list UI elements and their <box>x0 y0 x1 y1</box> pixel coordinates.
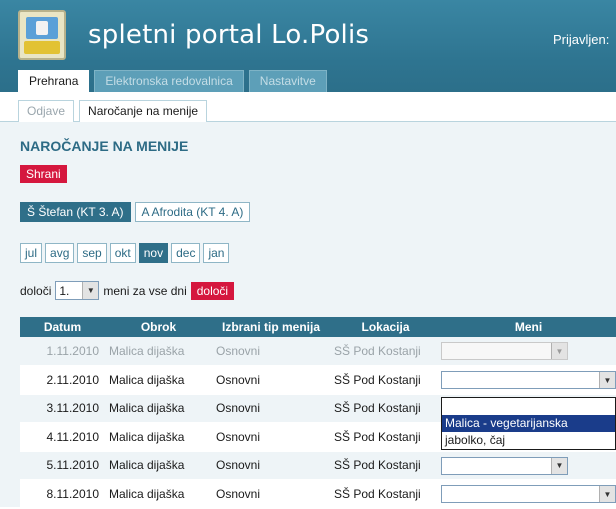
cell-type: Osnovni <box>212 479 330 509</box>
chevron-down-icon: ▼ <box>551 457 567 474</box>
menu-select[interactable]: ▼ <box>441 371 616 389</box>
cell-location: SŠ Pod Kostanji <box>330 451 441 480</box>
cell-meal: Malica dijaška <box>105 337 212 366</box>
bulk-prefix-label: določi <box>20 283 52 298</box>
page-title: NAROČANJE NA MENIJE <box>20 138 189 154</box>
cell-meal: Malica dijaška <box>105 422 212 452</box>
bulk-suffix-label: meni za vse dni <box>103 283 187 298</box>
cell-type: Osnovni <box>212 451 330 480</box>
tab-prehrana[interactable]: Prehrana <box>18 70 90 92</box>
table-header-row: Datum Obrok Izbrani tip menija Lokacija … <box>20 317 616 337</box>
dropdown-option-vegetarian[interactable]: Malica - vegetarijanska <box>442 415 615 432</box>
student-afrodita[interactable]: A Afrodita (KT 4. A) <box>134 202 251 222</box>
chevron-down-icon: ▼ <box>551 343 567 359</box>
lopolis-logo <box>18 10 66 60</box>
month-selector: jul avg sep okt nov dec jan <box>20 243 230 263</box>
cell-menu: ▼ <box>441 337 616 366</box>
table-row: 5.11.2010 Malica dijaška Osnovni SŠ Pod … <box>20 451 616 480</box>
app-header: spletni portal Lo.Polis Prijavljen: Preh… <box>0 0 616 92</box>
cell-type: Osnovni <box>212 394 330 423</box>
student-selector: Š Štefan (KT 3. A) A Afrodita (KT 4. A) <box>20 202 251 222</box>
cell-location: SŠ Pod Kostanji <box>330 479 441 509</box>
login-status: Prijavljen: <box>553 32 610 47</box>
cell-date: 5.11.2010 <box>20 451 105 480</box>
col-header-tip: Izbrani tip menija <box>212 317 330 337</box>
cell-location: SŠ Pod Kostanji <box>330 365 441 395</box>
cell-menu: ▼ <box>441 479 616 509</box>
student-stefan[interactable]: Š Štefan (KT 3. A) <box>20 202 131 222</box>
table-row: 8.11.2010 Malica dijaška Osnovni SŠ Pod … <box>20 479 616 509</box>
menu-select: ▼ <box>441 342 568 360</box>
cell-date: 1.11.2010 <box>20 337 105 366</box>
cell-date: 4.11.2010 <box>20 422 105 452</box>
cell-menu: ▼ <box>441 451 616 480</box>
save-button[interactable]: Shrani <box>20 165 67 183</box>
bulk-assign-row: določi 1. ▼ meni za vse dni določi <box>20 281 235 300</box>
month-nov[interactable]: nov <box>138 243 169 263</box>
month-avg[interactable]: avg <box>45 243 75 263</box>
month-jul[interactable]: jul <box>20 243 43 263</box>
cell-type: Osnovni <box>212 365 330 395</box>
subtab-odjave[interactable]: Odjave <box>18 100 75 122</box>
cell-menu: ▼ <box>441 365 616 395</box>
tab-nastavitve[interactable]: Nastavitve <box>248 70 327 92</box>
chevron-down-icon: ▼ <box>82 282 99 299</box>
cell-date: 8.11.2010 <box>20 479 105 509</box>
cell-type: Osnovni <box>212 422 330 452</box>
sub-tabs: Odjave Naročanje na menije <box>18 100 208 122</box>
cell-location: SŠ Pod Kostanji <box>330 337 441 366</box>
dropdown-option-empty[interactable] <box>442 398 615 415</box>
cell-location: SŠ Pod Kostanji <box>330 422 441 452</box>
cell-meal: Malica dijaška <box>105 451 212 480</box>
col-header-datum: Datum <box>20 317 105 337</box>
doloci-button[interactable]: določi <box>190 281 235 300</box>
main-tabs: Prehrana Elektronska redovalnica Nastavi… <box>18 70 327 92</box>
subtab-narocanje[interactable]: Naročanje na menije <box>79 100 208 122</box>
chevron-down-icon: ▼ <box>599 372 615 388</box>
month-sep[interactable]: sep <box>77 243 107 263</box>
cell-meal: Malica dijaška <box>105 479 212 509</box>
cell-date: 3.11.2010 <box>20 394 105 423</box>
month-okt[interactable]: okt <box>109 243 136 263</box>
month-dec[interactable]: dec <box>171 243 201 263</box>
month-jan[interactable]: jan <box>203 243 230 263</box>
tab-elektronska-redovalnica[interactable]: Elektronska redovalnica <box>94 70 244 92</box>
chevron-down-icon: ▼ <box>599 486 615 502</box>
table-row: 1.11.2010 Malica dijaška Osnovni SŠ Pod … <box>20 337 616 366</box>
menu-select[interactable]: ▼ <box>441 456 568 475</box>
cell-location: SŠ Pod Kostanji <box>330 394 441 423</box>
col-header-obrok: Obrok <box>105 317 212 337</box>
portal-title: spletni portal Lo.Polis <box>88 20 370 50</box>
dropdown-option-apple-tea[interactable]: jabolko, čaj <box>442 432 615 449</box>
cell-meal: Malica dijaška <box>105 365 212 395</box>
cell-type: Osnovni <box>212 337 330 366</box>
menu-dropdown-list: Malica - vegetarijanska jabolko, čaj <box>441 397 616 450</box>
cell-date: 2.11.2010 <box>20 365 105 395</box>
cell-meal: Malica dijaška <box>105 394 212 423</box>
table-row: 2.11.2010 Malica dijaška Osnovni SŠ Pod … <box>20 365 616 395</box>
menu-number-value: 1. <box>59 283 70 298</box>
col-header-lokacija: Lokacija <box>330 317 441 337</box>
menu-number-select[interactable]: 1. ▼ <box>55 281 100 300</box>
menu-select[interactable]: ▼ <box>441 485 616 503</box>
col-header-meni: Meni <box>441 317 616 337</box>
